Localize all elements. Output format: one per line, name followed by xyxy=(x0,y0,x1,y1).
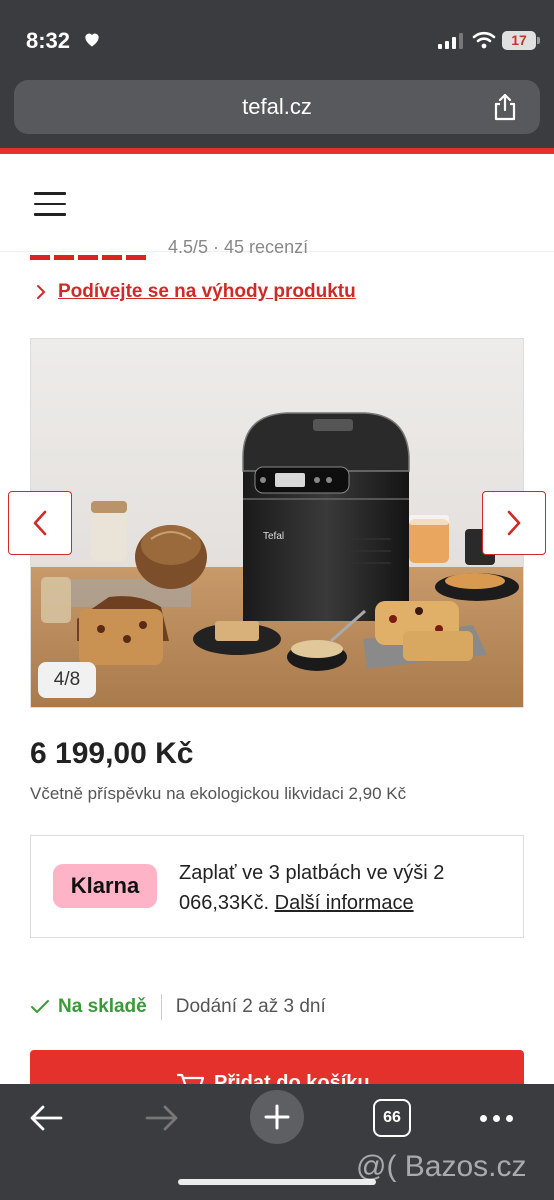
product-benefits-link[interactable]: Podívejte se na výhody produktu xyxy=(34,281,356,303)
url-text[interactable]: tefal.cz xyxy=(14,94,540,120)
watermark: @( Bazos.cz xyxy=(356,1150,527,1183)
gallery-counter: 4/8 xyxy=(38,662,96,698)
site-header xyxy=(0,154,554,252)
arrow-right-icon xyxy=(145,1105,178,1131)
menu-icon[interactable] xyxy=(34,192,66,218)
klarna-text-block: Zaplať ve 3 platbách ve výši 2 066,33Kč.… xyxy=(179,858,499,918)
stock-info: Na skladě Dodání 2 až 3 dní xyxy=(30,994,326,1020)
dot-icon xyxy=(492,1114,500,1122)
stock-divider xyxy=(160,994,162,1020)
gallery-prev-button[interactable] xyxy=(8,491,72,555)
new-tab-button[interactable] xyxy=(250,1090,304,1144)
check-icon xyxy=(31,1000,49,1013)
benefits-link-label[interactable]: Podívejte se na výhody produktu xyxy=(58,281,356,303)
arrow-left-icon xyxy=(30,1105,63,1131)
product-image[interactable]: Tefal xyxy=(30,338,524,708)
heart-icon xyxy=(85,33,99,47)
gallery-next-button[interactable] xyxy=(482,491,546,555)
product-price: 6 199,00 Kč xyxy=(30,737,194,770)
dot-icon xyxy=(479,1114,487,1122)
signal-icon xyxy=(438,33,463,49)
more-options-button[interactable] xyxy=(474,1094,518,1142)
product-brand-label: Tefal xyxy=(263,531,284,542)
status-time: 8:32 xyxy=(26,28,71,53)
plus-icon xyxy=(264,1104,290,1130)
battery-indicator: 17 xyxy=(502,31,536,50)
delivery-time: Dodání 2 až 3 dní xyxy=(175,996,326,1017)
chevron-right-icon xyxy=(507,510,521,536)
address-bar[interactable]: tefal.cz xyxy=(14,80,540,134)
wifi-icon xyxy=(472,31,496,49)
dot-icon xyxy=(505,1114,513,1122)
klarna-more-link[interactable]: Další informace xyxy=(275,892,414,914)
rating-text: 4.5/5 · 45 recenzí xyxy=(168,240,309,257)
battery-tip xyxy=(537,37,540,44)
back-button[interactable] xyxy=(24,1094,68,1142)
klarna-logo: Klarna xyxy=(53,864,157,908)
forward-button[interactable] xyxy=(140,1094,184,1142)
browser-toolbar: tefal.cz xyxy=(0,74,554,148)
eco-fee-note: Včetně příspěvku na ekologickou likvidac… xyxy=(30,784,407,803)
klarna-info-box: Klarna Zaplať ve 3 platbách ve výši 2 06… xyxy=(30,835,524,938)
stock-status: Na skladě xyxy=(58,996,147,1017)
share-icon[interactable] xyxy=(492,93,518,121)
status-bar: 8:32 17 xyxy=(0,0,554,74)
home-indicator xyxy=(178,1179,376,1185)
product-photo: Tefal xyxy=(31,339,523,707)
rating-stars xyxy=(30,250,154,260)
chevron-right-icon xyxy=(37,285,46,299)
tabs-button[interactable]: 66 xyxy=(373,1099,411,1137)
chevron-left-icon xyxy=(33,510,47,536)
